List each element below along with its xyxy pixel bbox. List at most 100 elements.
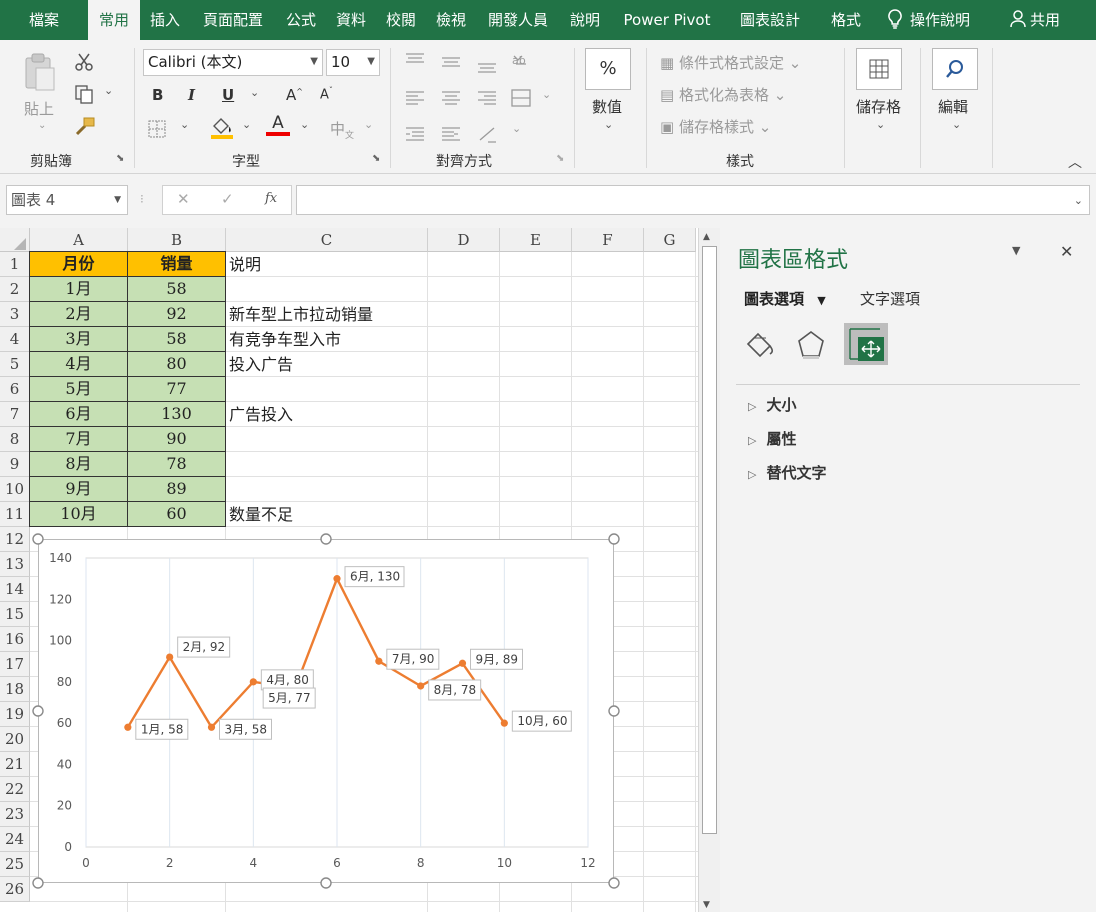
close-pane-icon[interactable]: ✕	[1060, 242, 1073, 261]
cell-month[interactable]: 5月	[29, 376, 128, 402]
row-header-4[interactable]: 4	[0, 327, 30, 352]
font-name-box[interactable]: Calibri (本文) ▼	[143, 49, 323, 76]
data-point[interactable]	[166, 653, 174, 661]
tab-0[interactable]: 檔案	[0, 0, 88, 40]
name-box[interactable]: 圖表 4 ▼	[6, 185, 128, 215]
cell-month[interactable]: 9月	[29, 476, 128, 502]
tell-me-search[interactable]: 操作說明	[888, 0, 970, 40]
cell-note[interactable]: 新车型上市拉动销量	[229, 302, 373, 327]
tab-10[interactable]: Power Pivot	[610, 0, 724, 40]
pane-section-2[interactable]: ▷ 替代文字	[748, 462, 826, 483]
font-color-dropdown-icon[interactable]: ⌄	[300, 118, 309, 131]
fill-line-icon[interactable]	[744, 330, 778, 364]
chevron-down-icon[interactable]: ⌄	[38, 120, 46, 131]
scroll-down-icon[interactable]: ▼	[703, 900, 710, 910]
column-header-F[interactable]: F	[572, 228, 644, 252]
cell-note[interactable]: 广告投入	[229, 402, 293, 427]
decrease-font-icon[interactable]: Aˇ	[320, 86, 333, 102]
row-header-3[interactable]: 3	[0, 302, 30, 327]
font-color-icon[interactable]: A	[266, 114, 290, 136]
copy-icon[interactable]	[74, 84, 94, 108]
header-cell-sales[interactable]: 销量	[127, 251, 226, 277]
cell-sales[interactable]: 92	[127, 301, 226, 327]
cell-month[interactable]: 2月	[29, 301, 128, 327]
size-properties-tab[interactable]	[844, 323, 888, 365]
cell-month[interactable]: 4月	[29, 351, 128, 377]
cell-sales[interactable]: 130	[127, 401, 226, 427]
pane-section-1[interactable]: ▷ 屬性	[748, 428, 796, 449]
row-header-1[interactable]: 1	[0, 252, 30, 277]
orientation-dropdown-icon[interactable]: ⌄	[512, 122, 521, 135]
tab-3[interactable]: 頁面配置	[190, 0, 276, 40]
share-button[interactable]: 共用	[1010, 0, 1060, 40]
scrollbar-thumb[interactable]	[702, 246, 717, 834]
row-header-21[interactable]: 21	[0, 752, 30, 777]
cell-sales[interactable]: 77	[127, 376, 226, 402]
borders-icon[interactable]	[148, 120, 166, 142]
data-point[interactable]	[333, 575, 341, 583]
insert-function-icon[interactable]: fx	[265, 191, 277, 206]
row-header-25[interactable]: 25	[0, 852, 30, 877]
row-header-10[interactable]: 10	[0, 477, 30, 502]
tab-2[interactable]: 插入	[140, 0, 190, 40]
row-header-2[interactable]: 2	[0, 277, 30, 302]
data-point[interactable]	[124, 723, 132, 731]
cell-sales[interactable]: 80	[127, 351, 226, 377]
row-header-24[interactable]: 24	[0, 827, 30, 852]
tab-12[interactable]: 格式	[816, 0, 876, 40]
column-header-C[interactable]: C	[226, 228, 428, 252]
cancel-icon[interactable]: ✕	[177, 190, 190, 208]
cell-sales[interactable]: 58	[127, 276, 226, 302]
row-header-7[interactable]: 7	[0, 402, 30, 427]
tab-5[interactable]: 資料	[326, 0, 376, 40]
chart-options-tab[interactable]: 圖表選項 ▼	[744, 288, 826, 309]
borders-dropdown-icon[interactable]: ⌄	[180, 118, 189, 131]
copy-dropdown-icon[interactable]: ⌄	[104, 84, 113, 97]
font-launcher-icon[interactable]: ⬊	[372, 153, 380, 164]
phonetic-icon[interactable]: 中文	[330, 118, 354, 141]
cells-button[interactable]	[856, 48, 902, 90]
cell-note[interactable]: 有竞争车型入市	[229, 327, 341, 352]
row-header-9[interactable]: 9	[0, 452, 30, 477]
row-header-6[interactable]: 6	[0, 377, 30, 402]
cell-note[interactable]: 投入广告	[229, 352, 293, 377]
cell-styles-button[interactable]: ▣ 儲存格樣式 ⌄	[660, 116, 771, 137]
text-options-tab[interactable]: 文字選項	[860, 288, 920, 309]
row-header-8[interactable]: 8	[0, 427, 30, 452]
scroll-up-icon[interactable]: ▲	[703, 232, 710, 242]
conditional-format-button[interactable]: ▦ 條件式格式設定 ⌄	[660, 52, 801, 73]
editing-button[interactable]	[932, 48, 978, 90]
alignment-launcher-icon[interactable]: ⬊	[556, 153, 564, 164]
tab-9[interactable]: 說明	[560, 0, 610, 40]
column-header-D[interactable]: D	[428, 228, 500, 252]
tab-1[interactable]: 常用	[88, 0, 140, 40]
row-header-18[interactable]: 18	[0, 677, 30, 702]
cell-month[interactable]: 10月	[29, 501, 128, 527]
formula-input[interactable]: ⌄	[296, 185, 1090, 215]
column-header-G[interactable]: G	[644, 228, 696, 252]
tab-11[interactable]: 圖表設計	[724, 0, 816, 40]
fill-color-dropdown-icon[interactable]: ⌄	[242, 118, 251, 131]
data-point[interactable]	[500, 719, 508, 727]
number-format-button[interactable]: %	[585, 48, 631, 90]
cell-month[interactable]: 1月	[29, 276, 128, 302]
collapse-ribbon-icon[interactable]: ︿	[1068, 152, 1082, 172]
cell-month[interactable]: 3月	[29, 326, 128, 352]
row-header-13[interactable]: 13	[0, 552, 30, 577]
editing-dropdown-icon[interactable]: ⌄	[952, 118, 961, 131]
column-header-E[interactable]: E	[500, 228, 572, 252]
number-dropdown-icon[interactable]: ⌄	[604, 118, 613, 131]
row-header-23[interactable]: 23	[0, 802, 30, 827]
cut-icon[interactable]	[74, 52, 94, 76]
merge-dropdown-icon[interactable]: ⌄	[542, 88, 551, 101]
cell-note[interactable]: 数量不足	[229, 502, 293, 527]
tab-4[interactable]: 公式	[276, 0, 326, 40]
header-cell-note[interactable]: 说明	[229, 252, 261, 277]
tab-6[interactable]: 校閱	[376, 0, 426, 40]
row-header-11[interactable]: 11	[0, 502, 30, 527]
data-point[interactable]	[207, 723, 216, 731]
format-painter-icon[interactable]	[74, 116, 96, 140]
cell-sales[interactable]: 60	[127, 501, 226, 527]
tab-8[interactable]: 開發人員	[476, 0, 560, 40]
cell-sales[interactable]: 90	[127, 426, 226, 452]
